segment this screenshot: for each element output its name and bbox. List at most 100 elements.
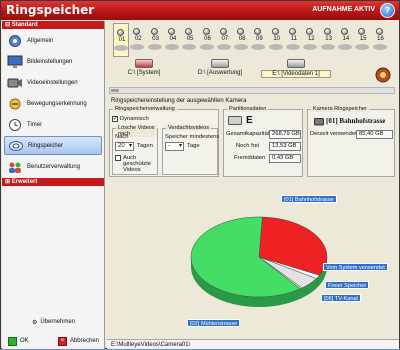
horizontal-scrollbar[interactable] xyxy=(109,87,395,94)
camera-base-icon xyxy=(355,44,370,50)
group-title: Kamera Ringspeicher xyxy=(311,106,369,112)
partition-group: Partitionsdaten E Gesamtkapazität 268,79… xyxy=(223,106,303,177)
sidebar-item-label: Allgemein xyxy=(27,37,54,44)
camera-base-icon xyxy=(286,44,300,50)
camera-07[interactable]: 07 xyxy=(216,23,233,57)
sidebar-item-bildeinstellungen[interactable]: Bildeinstellungen xyxy=(4,52,102,71)
camera-base-icon xyxy=(234,44,249,50)
camera-10[interactable]: 10 xyxy=(268,23,285,57)
storage-pie-chart: [01] Bahnhofstrasse Vom System verwendet… xyxy=(109,191,395,331)
hard-drive-icon xyxy=(228,116,242,125)
cancel-button-label: Abbrechen xyxy=(69,338,99,344)
camera-base-icon xyxy=(164,44,179,50)
camera-number: 12 xyxy=(307,36,315,42)
expand-icon: ⊞ xyxy=(5,179,12,185)
camera-16[interactable]: 16 xyxy=(372,23,389,57)
camera-status-icon xyxy=(167,28,175,35)
used-label: Derzeit verwendet xyxy=(310,131,357,137)
camera-12[interactable]: 12 xyxy=(303,23,319,57)
settings-hint: Ringspeichereinstellung der ausgewählten… xyxy=(111,98,247,104)
camera-06[interactable]: 06 xyxy=(199,23,216,57)
drive-c-label: C:\ [System] xyxy=(127,70,161,76)
gear-icon xyxy=(9,34,21,47)
drive-selector: C:\ [System] D:\ [Auswertung] E:\ [Video… xyxy=(109,57,395,85)
camera-status-icon xyxy=(375,28,383,35)
drive-d[interactable]: D:\ [Auswertung] xyxy=(185,57,255,85)
camera-14[interactable]: 14 xyxy=(337,23,354,57)
min-days-value: - xyxy=(168,143,170,149)
camera-number: 11 xyxy=(290,36,298,42)
days-value: 20 xyxy=(118,143,125,149)
after-label: Nach xyxy=(115,134,129,140)
camera-base-icon xyxy=(268,44,283,50)
camera-base-icon xyxy=(303,44,318,50)
cancel-button[interactable]: × Abbrechen xyxy=(55,335,102,347)
camera-09[interactable]: 09 xyxy=(251,23,267,57)
motion-icon xyxy=(9,98,21,109)
drive-e[interactable]: E:\ [Videodaten 1] xyxy=(261,57,331,85)
dynamic-label: Dynamisch xyxy=(120,116,149,122)
sidebar-item-label: Bildeinstellungen xyxy=(27,58,73,65)
sidebar-item-label: Timer xyxy=(27,121,43,128)
camera-base-icon xyxy=(337,44,352,50)
sidebar-item-label: Bewegungserkennung xyxy=(27,100,87,107)
sidebar-section-standard[interactable]: ⊟ Standard xyxy=(2,21,104,29)
camera-15[interactable]: 15 xyxy=(355,23,371,57)
camera-02[interactable]: 02 xyxy=(130,23,146,57)
users-icon xyxy=(9,162,21,173)
sidebar-section-erweitert[interactable]: ⊞ Erweitert xyxy=(2,178,104,186)
sidebar-item-bewegungserkennung[interactable]: Bewegungserkennung xyxy=(4,94,102,113)
camera-13[interactable]: 13 xyxy=(320,23,337,57)
camera-number: 03 xyxy=(152,36,159,42)
camera-status-icon xyxy=(219,28,227,35)
group-title: Partitionsdaten xyxy=(227,106,269,112)
camera-number: 02 xyxy=(134,36,142,42)
monitor-icon xyxy=(7,55,23,68)
drive-c[interactable]: C:\ [System] xyxy=(109,57,179,85)
title-bar: Ringspeicher AUFNAHME AKTIV ? xyxy=(1,1,399,20)
sidebar-item-allgemein[interactable]: Allgemein xyxy=(4,31,102,50)
camera-04[interactable]: 04 xyxy=(164,23,181,57)
days-select[interactable]: 20 ▾ xyxy=(115,142,134,151)
sidebar-item-ringspeicher[interactable]: Ringspeicher xyxy=(4,136,102,155)
pie-svg xyxy=(190,216,328,307)
dynamic-checkbox[interactable]: ✓ xyxy=(112,116,118,122)
sidebar-item-label: Ringspeicher xyxy=(28,142,64,149)
foreign-value: 0,43 GB xyxy=(269,154,301,163)
foreign-label: Fremddaten xyxy=(234,155,266,161)
camera-11[interactable]: 11 xyxy=(286,23,302,57)
path-bar: E:\MultieyeVideos\Camera01\ xyxy=(107,339,399,349)
camera-number: 15 xyxy=(359,36,367,42)
total-value: 268,79 GB xyxy=(269,130,301,139)
camera-03[interactable]: 03 xyxy=(147,23,164,57)
chevron-down-icon: ▾ xyxy=(128,143,132,149)
camera-status-icon xyxy=(150,28,158,35)
partition-drive: E xyxy=(246,115,253,126)
sidebar-item-timer[interactable]: Timer xyxy=(4,115,102,134)
camera-number: 07 xyxy=(221,36,229,42)
sidebar-item-videoeinstellungen[interactable]: Videoeinstellungen xyxy=(4,73,102,92)
section-standard-label: Standard xyxy=(11,22,38,28)
help-icon[interactable]: ? xyxy=(380,3,395,18)
camera-base-icon xyxy=(147,44,162,50)
window-title: Ringspeicher xyxy=(6,3,95,17)
camera-01[interactable]: 01 xyxy=(113,23,129,57)
camera-05[interactable]: 05 xyxy=(182,23,198,57)
label-tv-kanal: [05] TV-Kanal xyxy=(321,294,361,302)
label-freier-speicher: Freier Speicher xyxy=(325,281,370,289)
protected-checkbox[interactable] xyxy=(115,155,121,161)
camera-base-icon xyxy=(251,44,266,50)
sidebar-item-label: Benutzerverwaltung xyxy=(27,163,81,170)
camera-number: 14 xyxy=(342,36,350,42)
camera-08[interactable]: 08 xyxy=(234,23,250,57)
app-window: Ringspeicher AUFNAHME AKTIV ? ⊟ Standard… xyxy=(0,0,400,349)
group-title: Ringspeicherverwaltung xyxy=(113,106,177,112)
hard-drive-icon xyxy=(287,59,305,68)
camera-selector: 01 02 03 04 05 06 07 08 09 10 11 12 13 14 15 16 xyxy=(109,23,395,57)
scrollbar-thumb[interactable] xyxy=(111,89,119,92)
min-days-select[interactable]: - ▾ xyxy=(165,142,184,151)
apply-button[interactable]: ⚙ Übernehmen xyxy=(2,315,105,329)
video-camera-icon xyxy=(7,78,22,87)
ok-button[interactable]: OK xyxy=(5,335,32,347)
sidebar-item-benutzerverwaltung[interactable]: Benutzerverwaltung xyxy=(4,157,102,176)
